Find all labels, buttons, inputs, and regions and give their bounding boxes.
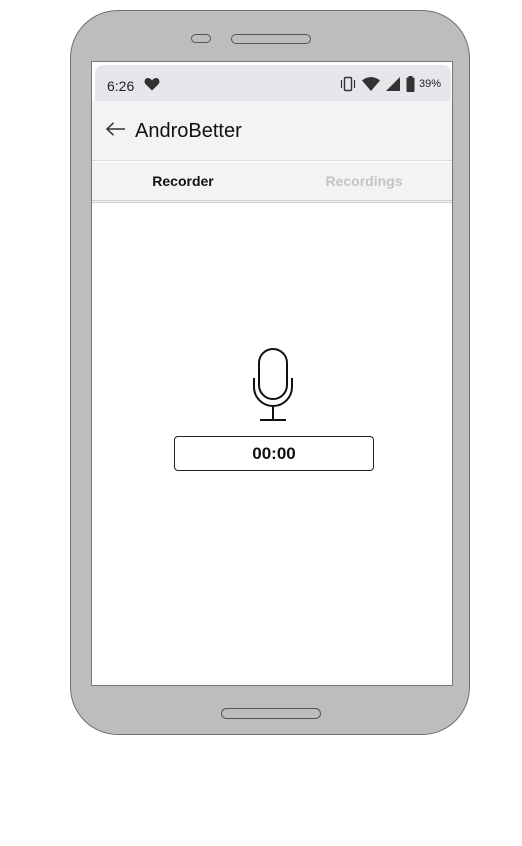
- app-bar: AndroBetter: [92, 101, 452, 161]
- battery-icon: [406, 76, 415, 92]
- microphone-icon[interactable]: [252, 348, 294, 422]
- phone-frame: 6:26 39% AndroBetter Recorder Recordings…: [70, 10, 470, 735]
- front-sensor: [191, 34, 211, 43]
- heart-icon: [144, 78, 160, 91]
- recording-timer: 00:00: [174, 436, 374, 471]
- vibrate-icon: [340, 76, 356, 92]
- app-title: AndroBetter: [135, 120, 242, 142]
- status-icons: 39%: [340, 76, 441, 92]
- phone-screen: 6:26 39% AndroBetter Recorder Recordings…: [91, 61, 453, 686]
- battery-percent: 39%: [418, 78, 441, 90]
- tab-recordings[interactable]: Recordings: [274, 162, 452, 200]
- tab-bar: Recorder Recordings: [92, 162, 452, 203]
- status-time: 6:26: [107, 78, 135, 94]
- earpiece-speaker: [231, 34, 311, 44]
- wifi-icon: [361, 77, 380, 91]
- home-button[interactable]: [221, 708, 321, 719]
- status-bar: 6:26 39%: [95, 65, 451, 101]
- tab-recorder[interactable]: Recorder: [92, 162, 274, 200]
- signal-icon: [385, 77, 400, 91]
- arrow-left-icon[interactable]: [106, 122, 126, 136]
